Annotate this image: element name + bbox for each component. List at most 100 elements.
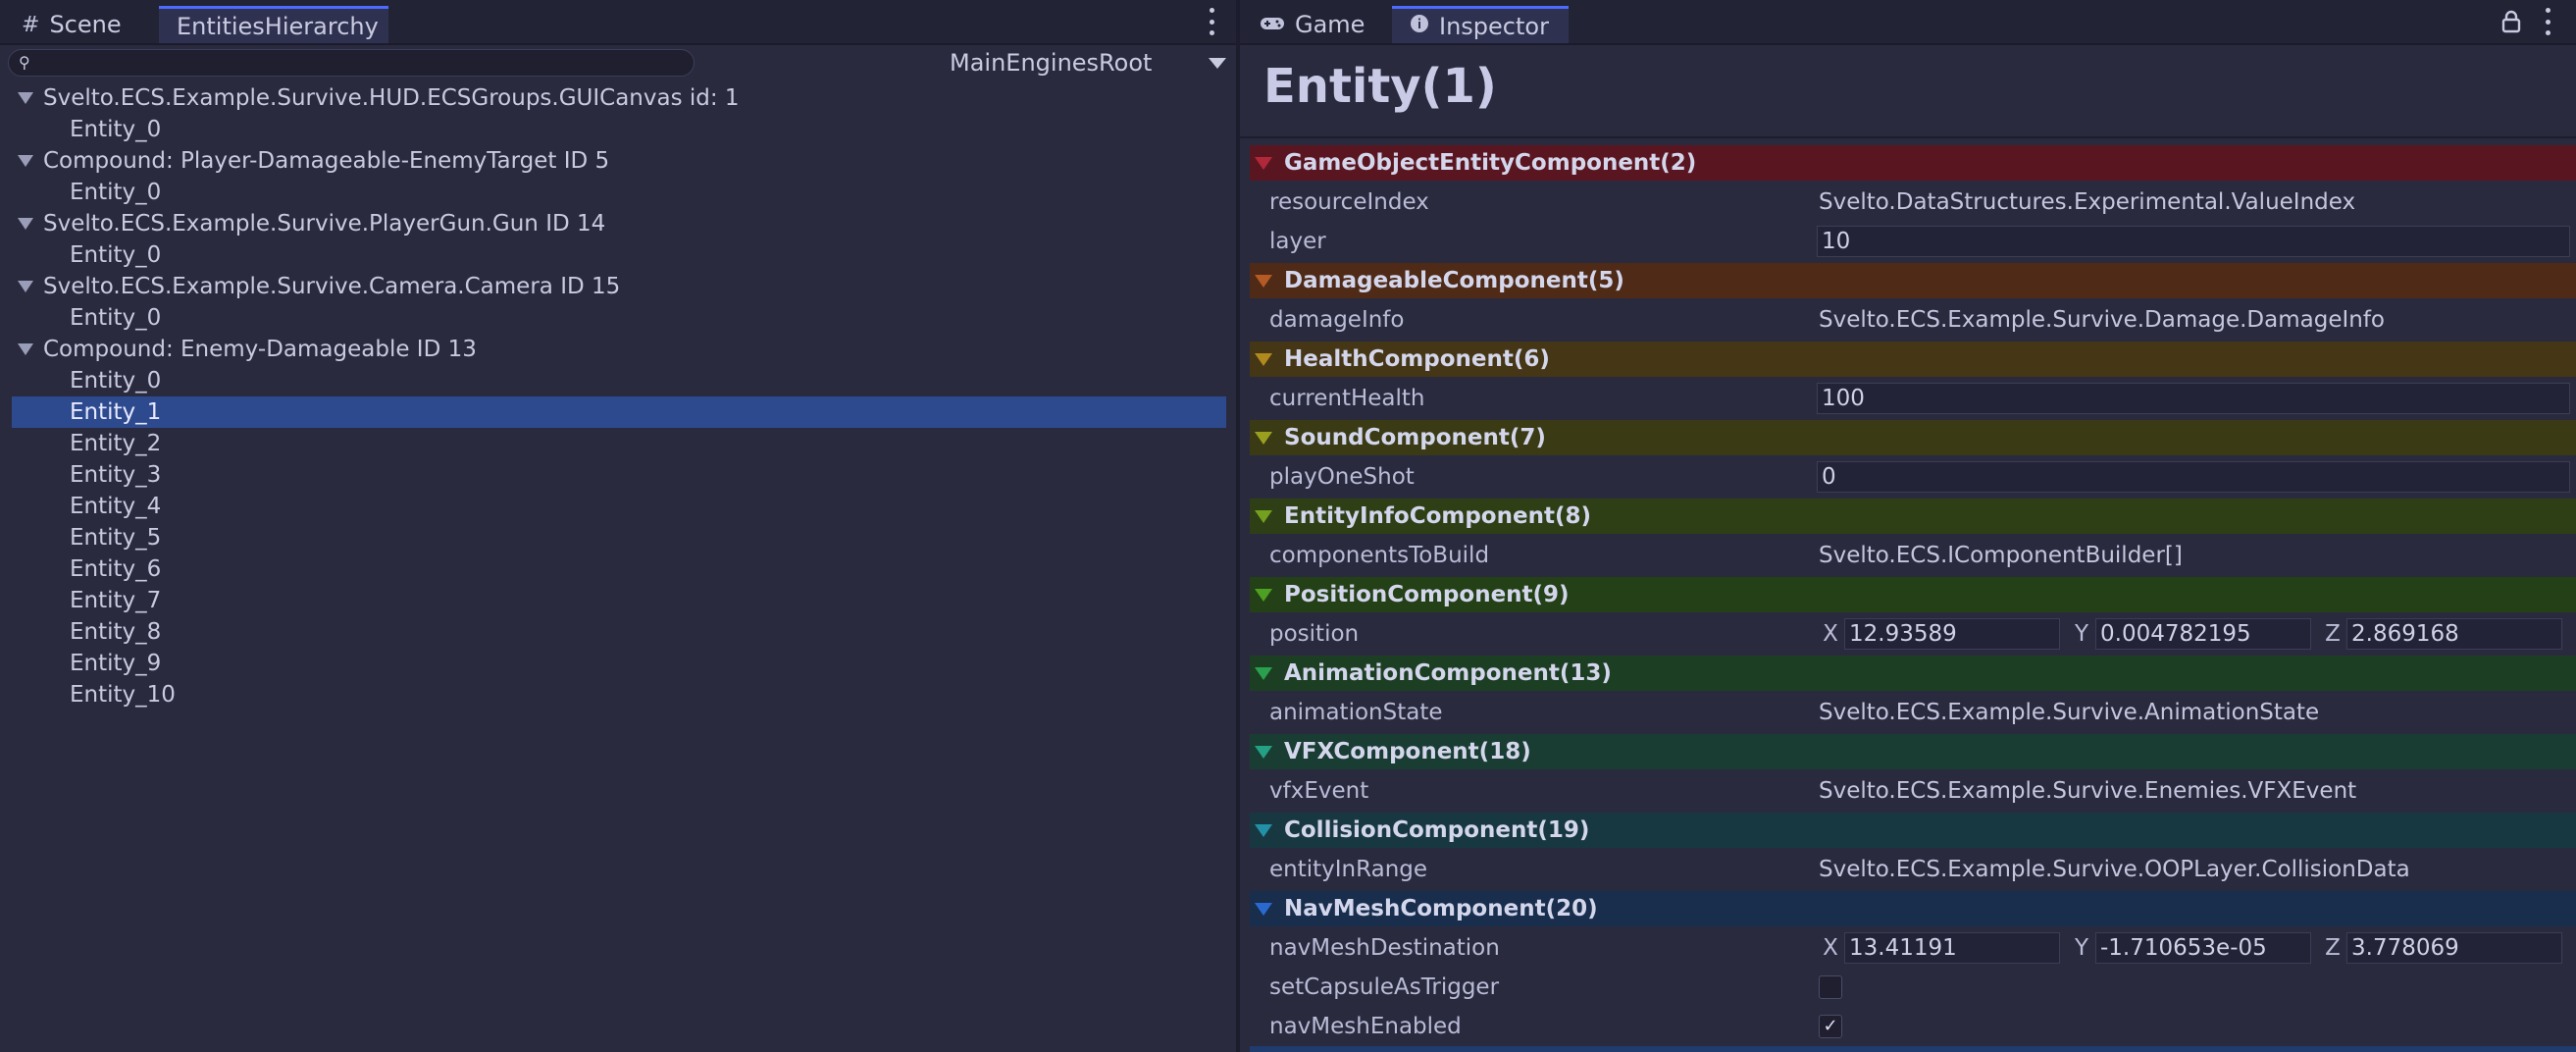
component-header[interactable]: AnimationComponent(13) [1250,656,2576,691]
axis-label-x: X [1823,621,1838,647]
search-row: ⚲ MainEnginesRoot [0,45,1236,80]
tree-group[interactable]: Svelto.ECS.Example.Survive.Camera.Camera… [12,271,1226,302]
tree-group-label: Svelto.ECS.Example.Survive.PlayerGun.Gun… [43,211,606,237]
expand-triangle-icon[interactable] [18,92,33,104]
tree-entity-item[interactable]: Entity_7 [12,585,1226,616]
property-row: navMeshEnabled ✓ [1250,1009,2576,1044]
component-header[interactable]: NavMeshComponent(20) [1250,891,2576,926]
axis-label-z: Z [2325,935,2341,961]
property-name: damageInfo [1269,307,1405,333]
tree-group[interactable]: Compound: Enemy-Damageable ID 13 [12,334,1226,365]
property-name: navMeshEnabled [1269,1014,1462,1039]
component-header[interactable]: EntityInfoComponent(8) [1250,499,2576,534]
expand-triangle-icon[interactable] [18,281,33,292]
tree-group[interactable]: Svelto.ECS.Example.Survive.HUD.ECSGroups… [12,82,1226,114]
property-name: animationState [1269,700,1443,725]
vector-z-input[interactable]: 3.778069 [2346,932,2562,964]
tree-entity-item[interactable]: Entity_10 [12,679,1226,710]
right-tab-bar: Game Inspector [1240,0,2576,45]
property-row: damageInfo Svelto.ECS.Example.Survive.Dam… [1250,302,2576,338]
property-value: Svelto.ECS.IComponentBuilder[] [1819,543,2183,568]
tree-entity-item[interactable]: Entity_3 [12,459,1226,491]
tree-group[interactable]: Svelto.ECS.Example.Survive.PlayerGun.Gun… [12,208,1226,239]
check-icon: ✓ [1823,1016,1838,1036]
component-header[interactable]: CollisionComponent(19) [1250,813,2576,848]
tab-game[interactable]: Game [1242,6,1382,43]
property-name: resourceIndex [1269,189,1429,215]
expand-triangle-icon[interactable] [18,155,33,167]
expand-triangle-icon[interactable] [18,218,33,230]
tree-entity-item[interactable]: Entity_9 [12,648,1226,679]
component-name: AnimationComponent(13) [1284,660,1612,686]
property-name: setCapsuleAsTrigger [1269,974,1500,1000]
tree-entity-item[interactable]: Entity_5 [12,522,1226,553]
tree-entity-item[interactable]: Entity_0 [12,114,1226,145]
vector-z-input[interactable]: 2.869168 [2346,618,2562,650]
tree-entity-item[interactable]: Entity_8 [12,616,1226,648]
tree-entity-item[interactable]: Entity_6 [12,553,1226,585]
component-name: GameObjectEntityComponent(2) [1284,150,1697,176]
property-checkbox[interactable] [1819,975,1842,999]
collapse-triangle-icon[interactable] [1255,274,1272,288]
property-input[interactable]: 10 [1817,226,2570,257]
tree-entity-item[interactable]: Entity_0 [12,177,1226,208]
property-checkbox[interactable]: ✓ [1819,1015,1842,1038]
tab-inspector[interactable]: Inspector [1392,6,1569,43]
vector-y-input[interactable]: -1.710653e-05 [2095,932,2311,964]
kebab-menu-icon[interactable] [1206,8,1217,35]
collapse-triangle-icon[interactable] [1255,666,1272,680]
tab-scene[interactable]: # Scene [4,6,139,43]
tree-group[interactable]: Compound: Player-Damageable-EnemyTarget … [12,145,1226,177]
expand-triangle-icon[interactable] [18,343,33,355]
tree-group-label: Svelto.ECS.Example.Survive.HUD.ECSGroups… [43,85,740,111]
tree-entity-item[interactable]: Entity_0 [12,239,1226,271]
tree-entity-item[interactable]: Entity_4 [12,491,1226,522]
property-value: Svelto.ECS.Example.Survive.Enemies.VFXEv… [1819,778,2357,804]
property-name: vfxEvent [1269,778,1369,804]
component-header[interactable]: SoundComponent(7) [1250,420,2576,455]
component-header[interactable]: VFXComponent(18) [1250,734,2576,769]
component-header[interactable]: GameObjectEntityComponent(2) [1250,145,2576,181]
component-header[interactable]: HealthComponent(6) [1250,342,2576,377]
lock-icon[interactable] [2501,10,2521,37]
property-input[interactable]: 0 [1817,461,2570,493]
vector-x-input[interactable]: 12.93589 [1844,618,2060,650]
property-row: navMeshDestination X 13.41191 Y -1.710653e-0… [1250,930,2576,966]
tab-game-label: Game [1295,11,1365,38]
collapse-triangle-icon[interactable] [1255,588,1272,602]
collapse-triangle-icon[interactable] [1255,352,1272,366]
property-name: entityInRange [1269,857,1428,882]
engines-root-dropdown[interactable]: MainEnginesRoot [942,47,1236,79]
collapse-triangle-icon[interactable] [1255,156,1272,170]
kebab-menu-icon[interactable] [2542,8,2553,35]
search-input[interactable]: ⚲ [8,49,695,77]
property-row: playOneShot 0 [1250,459,2576,495]
tree-entity-item[interactable]: Entity_0 [12,365,1226,396]
tree-group-label: Compound: Player-Damageable-EnemyTarget … [43,148,610,174]
component-header[interactable]: DamageableComponent(5) [1250,263,2576,298]
component-list: GameObjectEntityComponent(2) resourceInde… [1250,145,2576,1048]
collapse-triangle-icon[interactable] [1255,745,1272,759]
left-tab-bar: # Scene EntitiesHierarchy [0,0,1236,45]
vector-y-input[interactable]: 0.004782195 [2095,618,2311,650]
property-input[interactable]: 100 [1817,383,2570,414]
axis-label-x: X [1823,935,1838,961]
tab-entities-hierarchy[interactable]: EntitiesHierarchy [159,6,388,43]
collapse-triangle-icon[interactable] [1255,431,1272,445]
collapse-triangle-icon[interactable] [1255,902,1272,916]
collapse-triangle-icon[interactable] [1255,823,1272,837]
collapse-triangle-icon[interactable] [1255,509,1272,523]
tree-entity-item[interactable]: Entity_2 [12,428,1226,459]
tree-entity-item[interactable]: Entity_0 [12,302,1226,334]
component-name: EntityInfoComponent(8) [1284,503,1591,529]
property-name: position [1269,621,1360,647]
tab-entities-hierarchy-label: EntitiesHierarchy [177,12,379,40]
engines-root-value: MainEnginesRoot [950,49,1153,77]
property-row: animationState Svelto.ECS.Example.Survive… [1250,695,2576,730]
component-header[interactable]: PositionComponent(9) [1250,577,2576,612]
tree-entity-item[interactable]: Entity_1 [12,396,1226,428]
vector-x-input[interactable]: 13.41191 [1844,932,2060,964]
vector-field: X 12.93589 Y 0.004782195 Z 2.869168 [1817,618,2570,650]
property-row: layer 10 [1250,224,2576,259]
gamepad-icon [1260,13,1285,37]
